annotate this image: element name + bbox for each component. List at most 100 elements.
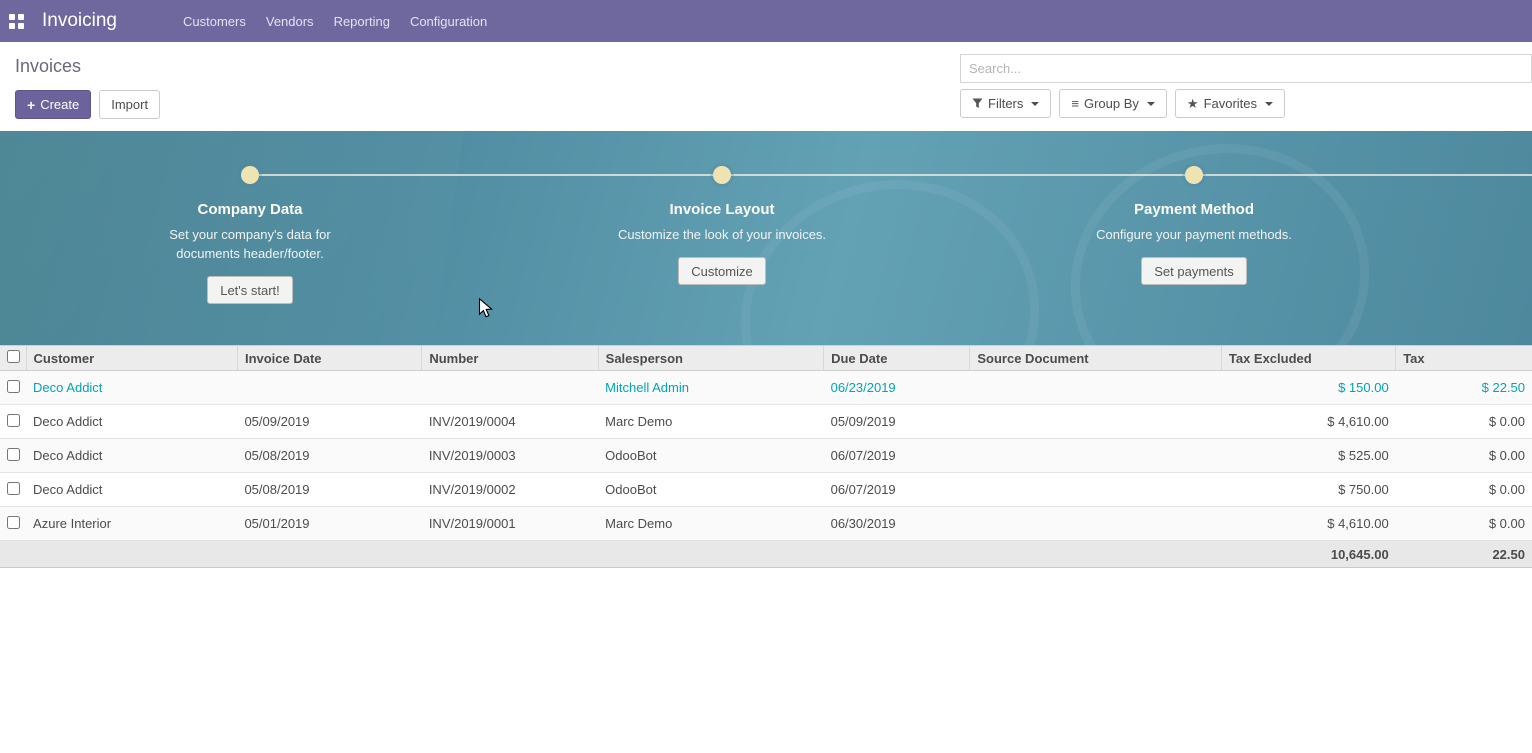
apps-menu-icon-square <box>18 23 24 29</box>
menu-configuration[interactable]: Configuration <box>400 0 497 42</box>
menu-vendors[interactable]: Vendors <box>256 0 324 42</box>
step-description: Set your company's data for documents he… <box>143 225 358 263</box>
column-header-invoice-date[interactable]: Invoice Date <box>237 346 421 371</box>
cell-tax: $ 0.00 <box>1396 405 1532 439</box>
filters-dropdown[interactable]: Filters <box>960 89 1051 118</box>
table-row[interactable]: Deco Addict 05/08/2019 INV/2019/0003 Odo… <box>0 439 1532 473</box>
cell-tax-excluded: $ 150.00 <box>1221 371 1395 405</box>
table-header-row: Customer Invoice Date Number Salesperson… <box>0 346 1532 371</box>
menu-reporting[interactable]: Reporting <box>324 0 400 42</box>
onboarding-step-invoice-layout: Invoice Layout Customize the look of you… <box>486 131 958 285</box>
cell-source-document <box>970 371 1221 405</box>
column-header-tax[interactable]: Tax <box>1396 346 1532 371</box>
cell-number <box>422 371 598 405</box>
cell-due-date: 05/09/2019 <box>824 405 970 439</box>
import-button[interactable]: Import <box>99 90 160 119</box>
cell-tax: $ 0.00 <box>1396 473 1532 507</box>
onboarding-step-payment-method: Payment Method Configure your payment me… <box>958 131 1430 285</box>
favorites-label: Favorites <box>1204 96 1257 111</box>
cell-number: INV/2019/0003 <box>422 439 598 473</box>
apps-menu-icon-square <box>9 23 15 29</box>
lets-start-button[interactable]: Let's start! <box>207 276 293 304</box>
navbar-menus: Customers Vendors Reporting Configuratio… <box>173 0 497 42</box>
cell-tax-excluded: $ 4,610.00 <box>1221 405 1395 439</box>
cell-customer: Deco Addict <box>26 473 237 507</box>
column-header-salesperson[interactable]: Salesperson <box>598 346 823 371</box>
step-dot-icon <box>241 166 259 184</box>
cell-invoice-date: 05/08/2019 <box>237 473 421 507</box>
customize-button[interactable]: Customize <box>678 257 765 285</box>
filter-icon <box>972 98 983 109</box>
search-input[interactable] <box>960 54 1532 83</box>
favorites-dropdown[interactable]: ★ Favorites <box>1175 89 1285 118</box>
row-checkbox[interactable] <box>7 516 20 529</box>
chevron-down-icon <box>1147 102 1155 106</box>
cell-customer: Azure Interior <box>26 507 237 541</box>
group-by-dropdown[interactable]: ≡ Group By <box>1059 89 1167 118</box>
table-row[interactable]: Azure Interior 05/01/2019 INV/2019/0001 … <box>0 507 1532 541</box>
cell-tax: $ 0.00 <box>1396 507 1532 541</box>
cell-number: INV/2019/0004 <box>422 405 598 439</box>
step-title: Company Data <box>14 201 486 218</box>
app-title[interactable]: Invoicing <box>42 10 117 32</box>
apps-menu-icon-square <box>18 14 24 20</box>
cell-source-document <box>970 473 1221 507</box>
cell-invoice-date <box>237 371 421 405</box>
star-icon: ★ <box>1187 96 1199 112</box>
cell-salesperson: Marc Demo <box>598 405 823 439</box>
page-title: Invoices <box>15 56 160 77</box>
cell-source-document <box>970 405 1221 439</box>
step-description: Customize the look of your invoices. <box>615 225 830 244</box>
cell-invoice-date: 05/09/2019 <box>237 405 421 439</box>
column-header-due-date[interactable]: Due Date <box>824 346 970 371</box>
step-description: Configure your payment methods. <box>1087 225 1302 244</box>
onboarding-banner: Company Data Set your company's data for… <box>0 131 1532 345</box>
group-by-label: Group By <box>1084 96 1139 111</box>
row-checkbox[interactable] <box>7 448 20 461</box>
cell-tax-excluded: $ 750.00 <box>1221 473 1395 507</box>
column-header-number[interactable]: Number <box>422 346 598 371</box>
column-header-source-document[interactable]: Source Document <box>970 346 1221 371</box>
cell-tax: $ 22.50 <box>1396 371 1532 405</box>
table-row[interactable]: Deco Addict 05/09/2019 INV/2019/0004 Mar… <box>0 405 1532 439</box>
filters-label: Filters <box>988 96 1023 111</box>
cell-due-date: 06/07/2019 <box>824 439 970 473</box>
cell-salesperson: OdooBot <box>598 473 823 507</box>
invoice-list-table: Customer Invoice Date Number Salesperson… <box>0 345 1532 568</box>
cell-number: INV/2019/0002 <box>422 473 598 507</box>
row-checkbox[interactable] <box>7 414 20 427</box>
column-header-customer[interactable]: Customer <box>26 346 237 371</box>
apps-menu-icon-square <box>9 14 15 20</box>
cell-invoice-date: 05/01/2019 <box>237 507 421 541</box>
cell-due-date: 06/23/2019 <box>824 371 970 405</box>
row-checkbox[interactable] <box>7 380 20 393</box>
create-button-label: Create <box>40 97 79 112</box>
cell-salesperson: Mitchell Admin <box>598 371 823 405</box>
total-tax: 22.50 <box>1396 541 1532 568</box>
cell-tax-excluded: $ 4,610.00 <box>1221 507 1395 541</box>
row-checkbox[interactable] <box>7 482 20 495</box>
cell-salesperson: Marc Demo <box>598 507 823 541</box>
cell-tax: $ 0.00 <box>1396 439 1532 473</box>
create-button[interactable]: + Create <box>15 90 91 119</box>
apps-menu-icon[interactable] <box>9 14 24 29</box>
import-button-label: Import <box>111 97 148 112</box>
select-all-checkbox[interactable] <box>7 350 20 363</box>
column-header-tax-excluded[interactable]: Tax Excluded <box>1221 346 1395 371</box>
cell-source-document <box>970 507 1221 541</box>
cell-customer: Deco Addict <box>26 405 237 439</box>
filter-bar: Filters ≡ Group By ★ Favorites <box>960 89 1532 118</box>
cell-salesperson: OdooBot <box>598 439 823 473</box>
chevron-down-icon <box>1265 102 1273 106</box>
table-row[interactable]: Deco Addict Mitchell Admin 06/23/2019 $ … <box>0 371 1532 405</box>
cell-customer: Deco Addict <box>26 371 237 405</box>
top-navbar: Invoicing Customers Vendors Reporting Co… <box>0 0 1532 42</box>
cell-number: INV/2019/0001 <box>422 507 598 541</box>
step-dot-icon <box>1185 166 1203 184</box>
set-payments-button[interactable]: Set payments <box>1141 257 1247 285</box>
cell-source-document <box>970 439 1221 473</box>
menu-customers[interactable]: Customers <box>173 0 256 42</box>
group-by-icon: ≡ <box>1071 96 1079 111</box>
table-row[interactable]: Deco Addict 05/08/2019 INV/2019/0002 Odo… <box>0 473 1532 507</box>
total-tax-excluded: 10,645.00 <box>1221 541 1395 568</box>
